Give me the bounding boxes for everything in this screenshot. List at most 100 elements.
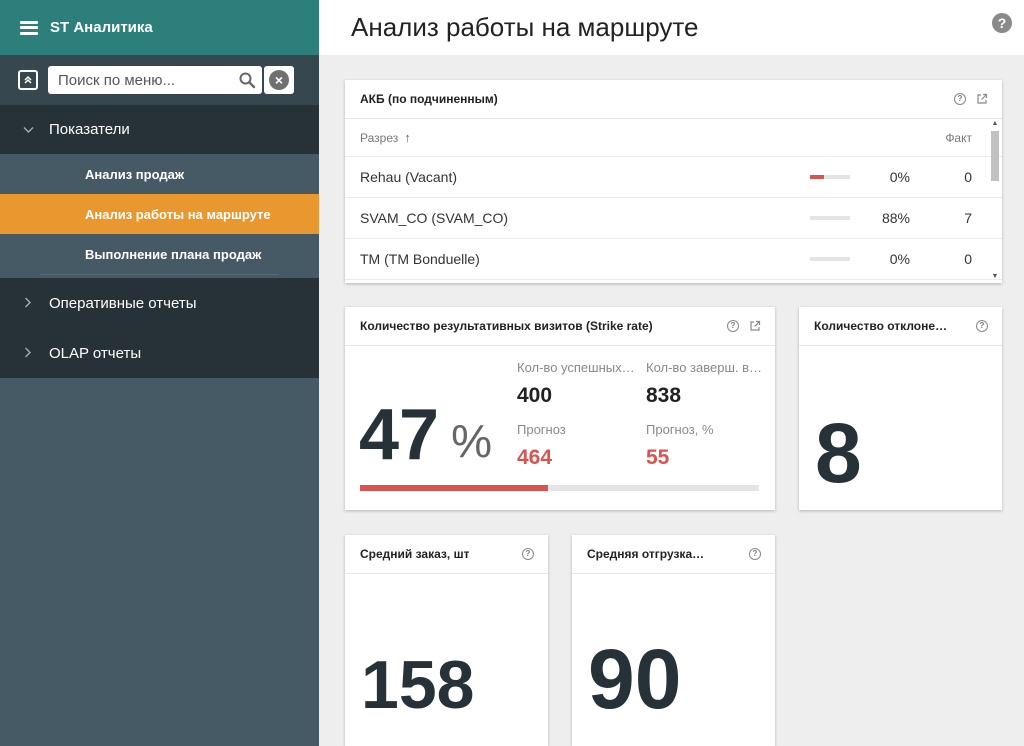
stat-completed: Кол-во заверш. визитов 838	[646, 360, 764, 408]
table-row[interactable]: TM (TM Bonduelle) 0% 0	[345, 239, 1002, 280]
chevron-right-icon	[20, 295, 36, 311]
card-title: Количество результативных визитов (Strik…	[360, 319, 653, 333]
column-header-fact[interactable]: Факт	[945, 131, 972, 145]
help-icon[interactable]: ?	[749, 548, 761, 560]
card-header: Количество результативных визитов (Strik…	[345, 307, 775, 346]
external-link-icon[interactable]	[749, 320, 761, 332]
table-row[interactable]: SVAM_CO (SVAM_CO) 88% 7	[345, 198, 1002, 239]
strike-rate-card: Количество результативных визитов (Strik…	[345, 307, 775, 510]
card-tools: ?	[976, 320, 988, 332]
progress-fill	[360, 485, 548, 491]
menu-divider	[40, 274, 279, 275]
menu-item-label: Анализ работы на маршруте	[85, 206, 271, 222]
deviations-card: Количество отклонений ? 8	[799, 307, 1002, 510]
menu-item-route-analysis[interactable]: Анализ работы на маршруте	[0, 194, 319, 234]
external-link-icon[interactable]	[976, 93, 988, 105]
row-percent: 0%	[889, 169, 910, 185]
hamburger-icon[interactable]	[20, 20, 38, 35]
table-scrollbar[interactable]: ▲ ▼	[990, 119, 1000, 282]
help-icon[interactable]: ?	[992, 13, 1012, 33]
menu-group-indicators[interactable]: Показатели	[0, 105, 319, 154]
page-title: Анализ работы на маршруте	[351, 12, 699, 42]
card-title: Количество отклонений	[814, 319, 954, 333]
card-header: Количество отклонений ?	[799, 307, 1002, 346]
scroll-up-icon[interactable]: ▲	[990, 119, 1000, 129]
scroll-down-icon[interactable]: ▼	[990, 272, 1000, 282]
submenu-indicators: Анализ продаж Анализ работы на маршруте …	[0, 154, 319, 275]
row-progress-bar	[810, 216, 850, 220]
stat-value: 464	[517, 446, 553, 469]
app-title: ST Аналитика	[50, 19, 153, 36]
help-icon[interactable]: ?	[727, 320, 739, 332]
chevron-down-icon	[20, 123, 36, 137]
card-tools: ?	[727, 320, 761, 332]
menu-item-sales-analysis[interactable]: Анализ продаж	[0, 154, 319, 194]
card-tools: ?	[749, 548, 761, 560]
avg-order-value: 158	[361, 647, 475, 723]
strike-rate-progress	[360, 485, 759, 491]
stat-label: Кол-во успешных визитов	[517, 360, 637, 375]
help-icon[interactable]: ?	[976, 320, 988, 332]
sort-asc-icon[interactable]: ↑	[404, 130, 411, 145]
stat-label: Прогноз	[517, 422, 566, 437]
brand-bar: ST Аналитика	[0, 0, 319, 55]
card-tools: ?	[954, 93, 988, 105]
search-box	[48, 66, 262, 94]
clear-search-button[interactable]: ×	[264, 66, 294, 94]
clear-icon: ×	[269, 70, 289, 90]
row-name: Rehau (Vacant)	[360, 169, 458, 185]
menu-group-label: OLAP отчеты	[49, 344, 142, 362]
stat-forecast-percent: Прогноз, % 55	[646, 422, 764, 470]
row-progress-bar	[810, 175, 850, 179]
menu-group-olap[interactable]: OLAP отчеты	[0, 328, 319, 378]
row-fact: 7	[964, 210, 972, 226]
sidebar: ST Аналитика × Показатели Анализ продаж …	[0, 0, 319, 746]
scroll-thumb[interactable]	[991, 131, 999, 181]
card-tools: ?	[522, 548, 534, 560]
stat-successful: Кол-во успешных визитов 400	[517, 360, 637, 408]
search-row: ×	[0, 55, 319, 105]
card-header: Средняя отгрузка, шт ?	[572, 535, 775, 574]
card-title: АКБ (по подчиненным)	[360, 92, 498, 106]
card-header: Средний заказ, шт ?	[345, 535, 548, 574]
page-header: Анализ работы на маршруте ?	[319, 0, 1024, 55]
akb-card: АКБ (по подчиненным) ? Разрез ↑ Факт Reh…	[345, 80, 1002, 283]
stat-label: Кол-во заверш. визитов	[646, 360, 764, 375]
card-title: Средний заказ, шт	[360, 547, 470, 561]
search-input[interactable]	[58, 71, 228, 89]
akb-table: Разрез ↑ Факт Rehau (Vacant) 0% 0 SVAM_C…	[345, 119, 1002, 282]
menu-item-label: Анализ продаж	[85, 166, 185, 182]
stat-value: 55	[646, 446, 670, 469]
menu-group-operational[interactable]: Оперативные отчеты	[0, 278, 319, 328]
row-fact: 0	[964, 251, 972, 267]
stat-value: 400	[517, 384, 553, 407]
help-icon[interactable]: ?	[954, 93, 966, 105]
chevron-right-icon	[20, 345, 36, 361]
menu-group-label: Показатели	[49, 121, 130, 138]
stat-label: Прогноз, %	[646, 422, 714, 437]
row-fact: 0	[964, 169, 972, 185]
avg-shipment-card: Средняя отгрузка, шт ? 90	[572, 535, 775, 746]
menu-group-label: Оперативные отчеты	[49, 294, 197, 312]
avg-shipment-value: 90	[588, 632, 682, 726]
row-percent: 0%	[889, 251, 910, 267]
help-icon[interactable]: ?	[522, 548, 534, 560]
menu-item-sales-plan[interactable]: Выполнение плана продаж	[0, 234, 319, 274]
table-header: Разрез ↑ Факт	[345, 119, 1002, 157]
column-header-dimension[interactable]: Разрез	[360, 131, 398, 145]
table-row[interactable]: Rehau (Vacant) 0% 0	[345, 157, 1002, 198]
row-name: TM (TM Bonduelle)	[360, 251, 480, 267]
card-header: АКБ (по подчиненным) ?	[345, 80, 1002, 119]
deviations-value: 8	[815, 406, 862, 500]
avg-order-card: Средний заказ, шт ? 158	[345, 535, 548, 746]
menu-item-label: Выполнение плана продаж	[85, 246, 262, 262]
row-name: SVAM_CO (SVAM_CO)	[360, 210, 509, 226]
collapse-icon[interactable]	[18, 70, 38, 90]
stat-forecast: Прогноз 464	[517, 422, 637, 470]
strike-rate-value: 47 %	[359, 399, 492, 471]
row-percent: 88%	[881, 210, 910, 226]
stat-value: 838	[646, 384, 682, 407]
strike-rate-number: 47	[359, 395, 440, 475]
search-icon[interactable]	[238, 71, 256, 89]
card-title: Средняя отгрузка, шт	[587, 547, 705, 561]
